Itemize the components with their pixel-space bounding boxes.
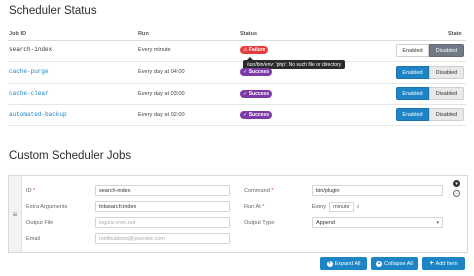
collapse-item-icon[interactable]: ▾ (453, 180, 460, 187)
extra-arguments-input[interactable]: tntsearch:index (95, 201, 230, 212)
run-schedule: Every day at 04:00 (138, 69, 185, 75)
output-file-input[interactable]: logs/a-cron.out (95, 217, 230, 228)
output-type-label: Output Type (244, 220, 275, 226)
id-field-label: ID * (26, 188, 36, 194)
enable-button[interactable]: Enabled (396, 87, 429, 100)
status-badge-label: Success (248, 91, 269, 97)
status-badge-failure[interactable]: ⚠ Failure (240, 46, 269, 54)
plus-icon: + (429, 260, 434, 267)
warning-icon: ⚠ (243, 47, 248, 53)
expand-all-button[interactable]: ▾ Expand All (320, 257, 367, 270)
run-at-field-label: Run At * (244, 204, 265, 210)
output-type-select[interactable]: Append ▾ (312, 217, 443, 228)
enable-button[interactable]: Enabled (396, 44, 429, 57)
col-header-state: State (448, 31, 462, 37)
table-header-divider (8, 40, 466, 41)
collapse-all-button[interactable]: ▴ Collapse All (371, 257, 418, 270)
job-id-cache-clear[interactable]: cache-clear (9, 90, 49, 97)
col-header-run: Run (138, 31, 149, 37)
job-id-automated-backup[interactable]: automated-backup (9, 111, 67, 118)
col-header-status: Status (240, 31, 258, 37)
add-item-button[interactable]: + Add Item (422, 257, 465, 270)
expand-icon: ▾ (326, 260, 333, 267)
enable-button[interactable]: Enabled (396, 108, 429, 121)
run-schedule: Every day at 02:00 (138, 112, 185, 118)
check-icon: ✓ (243, 69, 248, 75)
command-input[interactable]: bin/plugin (312, 185, 443, 196)
status-badge-label: Failure (248, 47, 266, 53)
run-schedule: Every day at 03:00 (138, 91, 185, 97)
job-id-cache-purge[interactable]: cache-purge (9, 68, 49, 75)
run-at-clear-icon[interactable]: x (357, 204, 360, 210)
output-file-label: Output File (26, 220, 54, 226)
row-divider (8, 104, 466, 105)
enable-button[interactable]: Enabled (396, 66, 429, 79)
id-input[interactable]: search-index (95, 185, 230, 196)
row-divider (8, 83, 466, 84)
job-id-search-index: search-index (9, 46, 53, 53)
email-label: Email (26, 236, 40, 242)
scheduler-status-title: Scheduler Status (9, 5, 97, 17)
command-field-label: Command * (244, 188, 274, 194)
run-at-picker[interactable]: Every minute x (312, 201, 443, 212)
extra-arguments-label: Extra Arguments (26, 204, 68, 210)
status-badge-success: ✓ Success (240, 68, 272, 76)
row-divider (8, 125, 466, 126)
email-input[interactable]: notifications@yoursite.com (95, 233, 230, 244)
disable-button[interactable]: Disabled (429, 66, 464, 79)
check-icon: ✓ (243, 91, 248, 97)
chevron-down-icon: ▾ (436, 219, 439, 226)
remove-item-icon[interactable]: − (453, 190, 460, 197)
run-schedule: Every minute (138, 47, 171, 53)
disable-button[interactable]: Disabled (429, 108, 464, 121)
status-badge-label: Success (248, 112, 269, 118)
collapse-all-label: Collapse All (384, 260, 413, 267)
run-at-unit-select[interactable]: minute (329, 201, 354, 212)
custom-jobs-title: Custom Scheduler Jobs (9, 150, 132, 162)
output-type-value: Append (316, 219, 335, 226)
disable-button[interactable]: Disabled (429, 44, 464, 57)
status-badge-label: Success (248, 69, 269, 75)
col-header-job-id: Job ID (9, 31, 27, 37)
collapse-icon: ▴ (376, 260, 383, 267)
row-divider (8, 61, 466, 62)
run-at-every-label: Every (312, 203, 327, 210)
check-icon: ✓ (243, 112, 248, 118)
status-badge-success: ✓ Success (240, 111, 272, 119)
add-item-label: Add Item (435, 260, 458, 267)
disable-button[interactable]: Disabled (429, 87, 464, 100)
drag-handle-icon[interactable]: ≡ (9, 176, 22, 252)
expand-all-label: Expand All (334, 260, 361, 267)
status-badge-success: ✓ Success (240, 90, 272, 98)
